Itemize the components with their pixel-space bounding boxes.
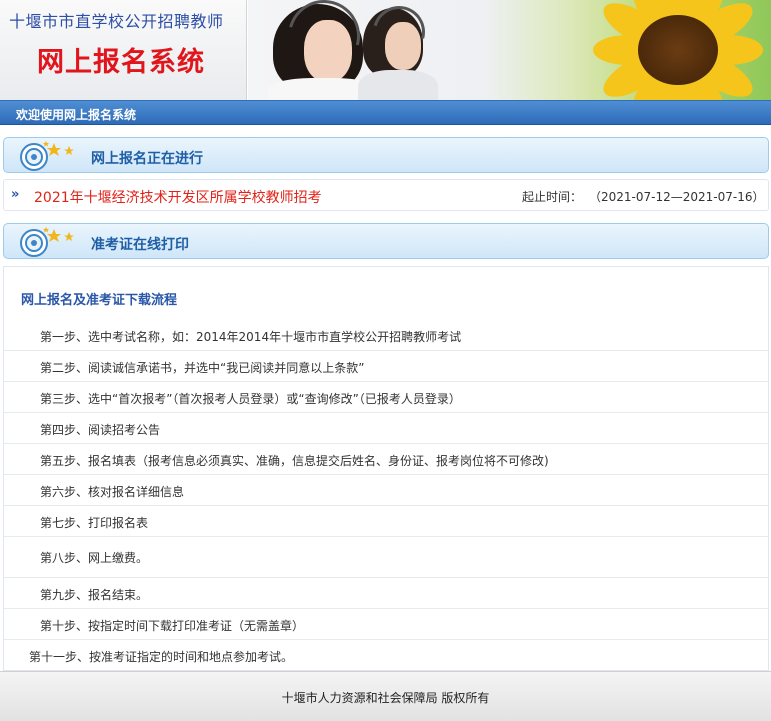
section-title-registration: 网上报名正在进行 (91, 151, 203, 167)
process-step-text: 第十步、按指定时间下载打印准考证（无需盖章） (40, 619, 305, 633)
divider (4, 443, 768, 444)
divider (4, 608, 768, 609)
process-step-text: 第四步、阅读招考公告 (40, 423, 161, 437)
process-step-text: 第一步、选中考试名称，如：2014年2014年十堰市市直学校公开招聘教师考试 (40, 330, 462, 344)
copyright-text: 十堰市人力资源和社会保障局 版权所有 (281, 691, 490, 705)
section-header-registration: 网上报名正在进行 (3, 137, 769, 173)
section-header-admission-print[interactable]: 准考证在线打印 (3, 223, 769, 259)
exam-date-label: 起止时间： (522, 190, 583, 204)
process-step-text: 第八步、网上缴费。 (40, 551, 149, 565)
banner-text-panel: 十堰市市直学校公开招聘教师 网上报名系统 (0, 0, 247, 100)
divider (4, 505, 768, 506)
process-step-text: 第十一步、按准考证指定的时间和地点参加考试。 (29, 650, 294, 664)
welcome-bar: 欢迎使用网上报名系统 (0, 101, 771, 125)
process-step-text: 第二步、阅读诚信承诺书，并选中“我已阅读并同意以上条款” (40, 361, 365, 375)
process-step-text: 第七步、打印报名表 (40, 516, 149, 530)
process-step-text: 第五步、报名填表（报考信息必须真实、准确，信息提交后姓名、身份证、报考岗位将不可… (40, 454, 549, 468)
exam-list-item: » 2021年十堰经济技术开发区所属学校教师招考 起止时间： （2021-07-… (3, 179, 769, 211)
divider (4, 350, 768, 351)
banner-title: 十堰市市直学校公开招聘教师 (9, 12, 224, 31)
section-title-admission-print[interactable]: 准考证在线打印 (91, 234, 189, 254)
process-step-text: 第三步、选中“首次报考”（首次报考人员登录）或“查询修改”（已报考人员登录） (40, 392, 461, 406)
double-chevron-right-icon: » (11, 187, 20, 202)
divider (4, 639, 768, 640)
divider (4, 577, 768, 578)
header-banner: 十堰市市直学校公开招聘教师 网上报名系统 (0, 0, 771, 101)
sunflower-image (578, 0, 771, 100)
divider (4, 536, 768, 537)
process-step-text: 第九步、报名结束。 (40, 588, 149, 602)
banner-image (248, 0, 771, 100)
exam-link[interactable]: 2021年十堰经济技术开发区所属学校教师招考 (34, 187, 322, 207)
divider (4, 381, 768, 382)
welcome-text: 欢迎使用网上报名系统 (16, 108, 137, 122)
exam-date-value: （2021-07-12—2021-07-16） (589, 190, 765, 204)
sunflower-center (638, 15, 718, 85)
process-title: 网上报名及准考证下载流程 (21, 293, 178, 308)
divider (4, 412, 768, 413)
process-step-text: 第六步、核对报名详细信息 (40, 485, 185, 499)
divider (4, 474, 768, 475)
megaphone-stars-icon (20, 141, 74, 171)
footer: 十堰市人力资源和社会保障局 版权所有 (0, 671, 771, 721)
operator-woman-2-shirt (358, 70, 438, 100)
process-panel: 网上报名及准考证下载流程 第一步、选中考试名称，如：2014年2014年十堰市市… (3, 266, 769, 671)
megaphone-stars-icon (20, 227, 74, 257)
banner-subtitle: 网上报名系统 (37, 47, 205, 78)
